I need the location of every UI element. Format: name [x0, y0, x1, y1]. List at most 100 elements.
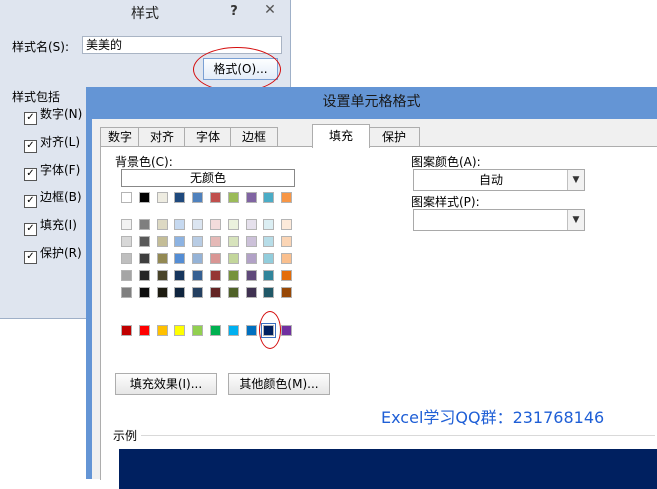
color-swatch[interactable]: [138, 253, 150, 264]
color-swatch[interactable]: [156, 287, 168, 298]
color-swatch[interactable]: [281, 219, 293, 230]
checkbox-alignment[interactable]: ✓ 对齐(L): [24, 132, 81, 153]
color-swatch[interactable]: [156, 236, 168, 247]
tab-font[interactable]: 字体: [184, 127, 232, 147]
color-swatch[interactable]: [227, 253, 239, 264]
color-swatch[interactable]: [245, 270, 257, 281]
pattern-style-select[interactable]: ▼: [413, 209, 585, 231]
color-swatch[interactable]: [245, 253, 257, 264]
color-swatch[interactable]: [156, 270, 168, 281]
color-swatch[interactable]: [227, 219, 239, 230]
color-swatch[interactable]: [138, 192, 150, 203]
color-swatch[interactable]: [138, 270, 150, 281]
color-swatch[interactable]: [121, 219, 132, 230]
color-swatch[interactable]: [210, 253, 221, 264]
fill-tab-panel: 背景色(C): 无颜色 填充效果(I)... 其他颜色(M)... 图案颜色(A…: [100, 146, 657, 489]
color-swatch[interactable]: [245, 325, 257, 336]
color-swatch[interactable]: [174, 219, 186, 230]
color-swatch[interactable]: [192, 192, 204, 203]
color-swatch[interactable]: [210, 219, 221, 230]
color-swatch[interactable]: [192, 253, 204, 264]
color-swatch[interactable]: [174, 325, 186, 336]
help-icon[interactable]: ?: [224, 2, 244, 22]
color-swatch[interactable]: [138, 219, 150, 230]
color-swatch[interactable]: [245, 236, 257, 247]
color-swatch[interactable]: [281, 325, 293, 336]
color-swatch[interactable]: [263, 192, 275, 203]
color-swatch[interactable]: [210, 325, 221, 336]
pattern-color-select[interactable]: 自动 ▼: [413, 169, 585, 191]
color-swatch[interactable]: [263, 253, 275, 264]
color-swatch[interactable]: [192, 219, 204, 230]
color-swatch[interactable]: [138, 287, 150, 298]
color-swatch[interactable]: [121, 192, 132, 203]
color-swatch[interactable]: [227, 325, 239, 336]
color-swatch[interactable]: [174, 192, 186, 203]
checkbox-label: 数字(N): [40, 107, 83, 121]
color-swatch[interactable]: [281, 192, 293, 203]
color-swatch[interactable]: [227, 287, 239, 298]
color-swatch[interactable]: [227, 270, 239, 281]
more-colors-button[interactable]: 其他颜色(M)...: [228, 373, 330, 395]
sample-divider: [115, 435, 655, 436]
color-swatch[interactable]: [281, 270, 293, 281]
format-cells-title: 设置单元格格式: [322, 94, 421, 110]
color-swatch[interactable]: [156, 325, 168, 336]
color-swatch[interactable]: [138, 236, 150, 247]
color-swatch[interactable]: [192, 287, 204, 298]
color-swatch[interactable]: [192, 325, 204, 336]
checkbox-number[interactable]: ✓ 数字(N): [24, 104, 83, 125]
sample-preview: [119, 449, 657, 489]
color-swatch[interactable]: [245, 192, 257, 203]
tab-number[interactable]: 数字: [100, 127, 140, 147]
color-swatch[interactable]: [263, 219, 275, 230]
color-swatch[interactable]: [281, 236, 293, 247]
checkbox-border[interactable]: ✓ 边框(B): [24, 187, 82, 208]
color-swatch[interactable]: [210, 236, 221, 247]
checkbox-protection[interactable]: ✓ 保护(R): [24, 243, 82, 264]
close-icon[interactable]: ✕: [250, 0, 290, 20]
color-swatch[interactable]: [210, 192, 221, 203]
fill-effects-button[interactable]: 填充效果(I)...: [115, 373, 217, 395]
color-swatch[interactable]: [210, 270, 221, 281]
color-swatch[interactable]: [263, 270, 275, 281]
color-swatch[interactable]: [121, 270, 132, 281]
color-swatch[interactable]: [263, 236, 275, 247]
color-swatch[interactable]: [227, 192, 239, 203]
color-swatch[interactable]: [174, 236, 186, 247]
color-swatch[interactable]: [121, 253, 132, 264]
color-swatch[interactable]: [174, 287, 186, 298]
color-swatch[interactable]: [281, 253, 293, 264]
checkbox-check-icon: ✓: [24, 112, 37, 125]
color-swatch[interactable]: [245, 287, 257, 298]
color-swatch[interactable]: [174, 253, 186, 264]
style-dialog-title: 样式: [131, 6, 159, 22]
tab-alignment[interactable]: 对齐: [138, 127, 186, 147]
tab-protection[interactable]: 保护: [368, 127, 420, 147]
color-swatch[interactable]: [263, 287, 275, 298]
checkbox-check-icon: ✓: [24, 140, 37, 153]
color-swatch[interactable]: [227, 236, 239, 247]
checkbox-font[interactable]: ✓ 字体(F): [24, 160, 80, 181]
color-swatch[interactable]: [192, 236, 204, 247]
color-swatch[interactable]: [210, 287, 221, 298]
checkbox-fill[interactable]: ✓ 填充(I): [24, 215, 77, 236]
color-swatch[interactable]: [156, 192, 168, 203]
color-swatch[interactable]: [192, 270, 204, 281]
checkbox-label: 保护(R): [40, 246, 82, 260]
color-swatch[interactable]: [281, 287, 293, 298]
style-name-label: 样式名(S):: [12, 40, 70, 54]
checkbox-label: 对齐(L): [40, 135, 81, 149]
color-swatch[interactable]: [138, 325, 150, 336]
pattern-color-value: 自动: [478, 173, 503, 187]
tab-border[interactable]: 边框: [230, 127, 278, 147]
checkbox-label: 边框(B): [40, 190, 82, 204]
color-swatch[interactable]: [174, 270, 186, 281]
color-swatch[interactable]: [156, 253, 168, 264]
color-swatch[interactable]: [121, 287, 132, 298]
tab-fill[interactable]: 填充: [312, 124, 370, 148]
color-swatch[interactable]: [121, 325, 132, 336]
color-swatch[interactable]: [245, 219, 257, 230]
color-swatch[interactable]: [156, 219, 168, 230]
color-swatch[interactable]: [121, 236, 132, 247]
